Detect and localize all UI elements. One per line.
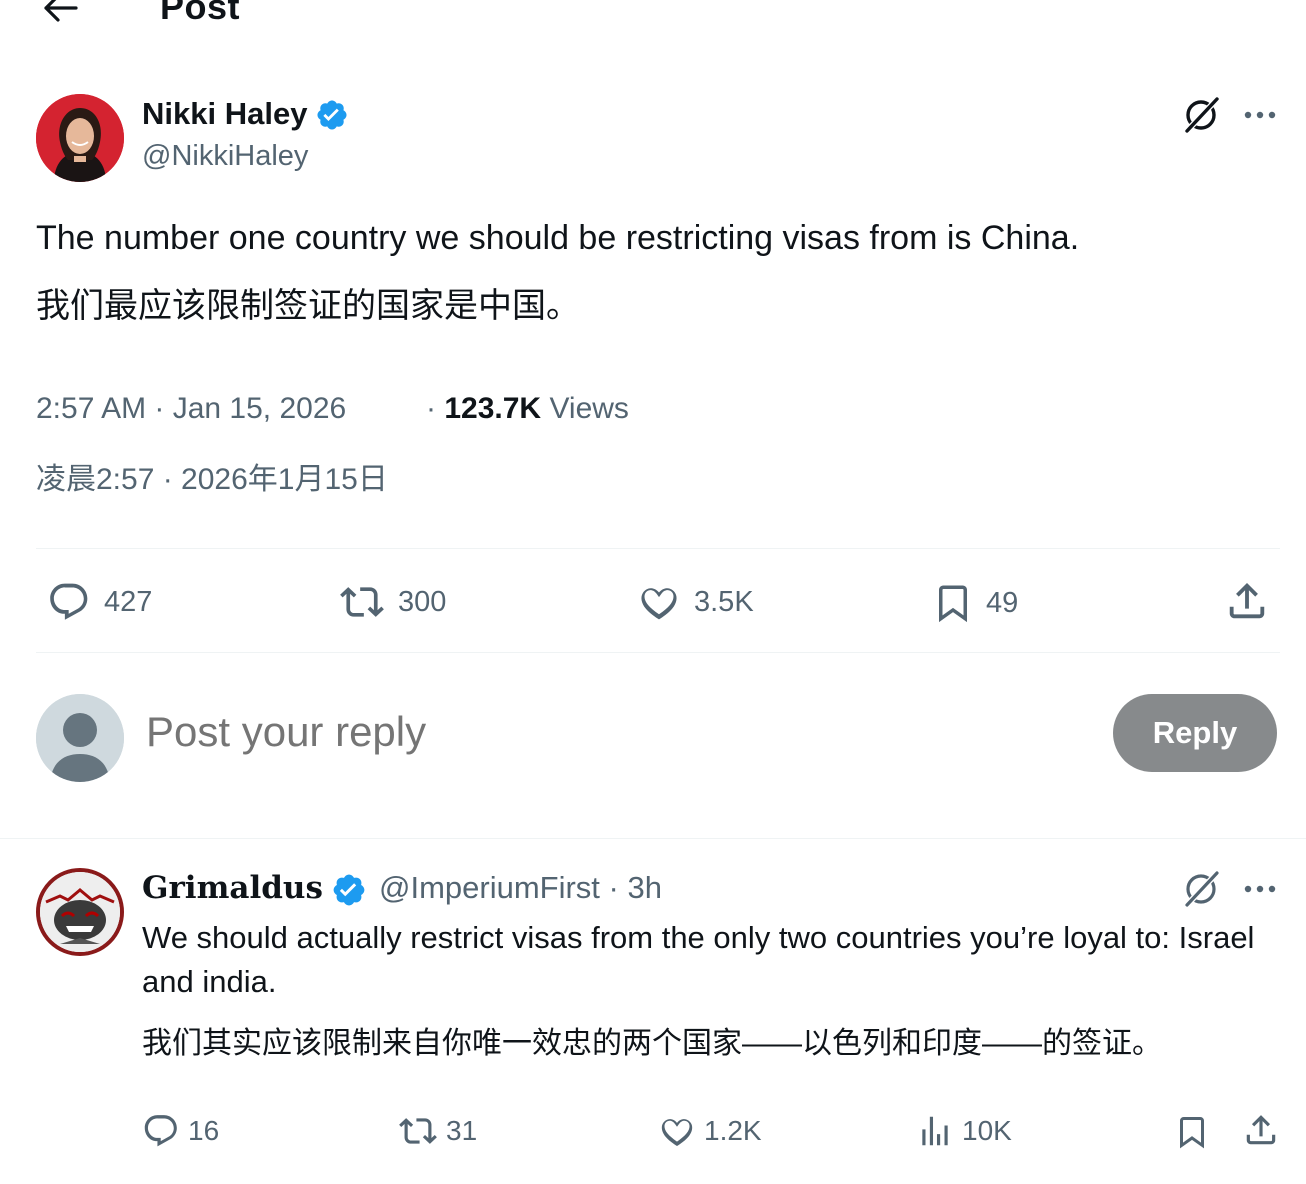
reply-count: 16 — [188, 1115, 220, 1146]
bookmark-icon — [939, 585, 967, 623]
grok-icon[interactable] — [1180, 94, 1222, 136]
views-label: Views — [549, 392, 629, 425]
more-icon[interactable] — [1240, 872, 1280, 906]
like-icon — [661, 1119, 693, 1147]
bookmark-count: 49 — [986, 586, 1019, 619]
share-button[interactable] — [1242, 1110, 1280, 1150]
avatar — [36, 694, 124, 782]
share-icon — [1229, 582, 1265, 619]
avatar[interactable] — [36, 94, 124, 182]
like-button[interactable]: 3.5K — [636, 580, 754, 624]
section-divider — [0, 838, 1306, 839]
repost-count: 31 — [446, 1115, 478, 1146]
author-name[interactable]: Nikki Haley — [142, 96, 307, 132]
post-text: The number one country we should be rest… — [36, 219, 1080, 257]
repost-count: 300 — [398, 585, 447, 618]
like-count: 1.2K — [704, 1115, 762, 1146]
share-button[interactable] — [1224, 578, 1270, 624]
bookmark-icon — [1180, 1117, 1204, 1149]
more-icon[interactable] — [1240, 98, 1280, 132]
repost-button[interactable]: 31 — [398, 1112, 477, 1150]
avatar[interactable] — [36, 868, 124, 956]
bookmark-button[interactable] — [1174, 1112, 1210, 1152]
post-views: · 123.7K Views — [426, 392, 629, 426]
reply-post[interactable]: Grimaldus @ImperiumFirst · 3h We should … — [0, 840, 1306, 1184]
views-button[interactable]: 10K — [916, 1112, 1012, 1150]
verified-badge-icon — [315, 98, 349, 132]
reply-text: We should actually restrict visas from t… — [142, 920, 1255, 999]
page-title: Post — [160, 0, 241, 27]
top-bar: Post — [0, 0, 1306, 40]
reply-author-handle[interactable]: @ImperiumFirst · 3h — [379, 870, 662, 906]
divider — [36, 548, 1280, 549]
reply-author-name[interactable]: Grimaldus — [142, 870, 323, 906]
views-icon — [922, 1116, 948, 1146]
bookmark-button[interactable]: 49 — [932, 580, 1018, 626]
post-timestamp[interactable]: 2:57 AM · Jan 15, 2026 — [36, 392, 346, 426]
views-separator: · — [426, 392, 436, 425]
views-count: 10K — [962, 1115, 1012, 1146]
post-text-translation: 我们最应该限制签证的国家是中国。 — [36, 287, 580, 325]
reply-button[interactable]: 427 — [46, 580, 152, 624]
divider — [36, 652, 1280, 653]
reply-count: 427 — [104, 585, 153, 618]
like-icon — [641, 588, 677, 620]
share-icon — [1246, 1115, 1276, 1145]
reply-icon — [144, 1115, 177, 1147]
back-arrow-icon[interactable] — [40, 0, 80, 28]
reply-icon — [50, 583, 88, 620]
grok-icon[interactable] — [1180, 868, 1222, 910]
verified-badge-icon — [331, 872, 365, 906]
like-button[interactable]: 1.2K — [658, 1112, 762, 1150]
author-handle[interactable]: @NikkiHaley — [142, 140, 308, 173]
reply-text-translation: 我们其实应该限制来自你唯一效忠的两个国家——以色列和印度——的签证。 — [142, 1027, 1162, 1060]
reply-submit-button[interactable]: Reply — [1113, 694, 1277, 772]
repost-icon — [340, 587, 384, 617]
like-count: 3.5K — [694, 585, 754, 618]
reply-composer: Reply — [0, 690, 1306, 782]
reply-button[interactable]: 16 — [142, 1112, 219, 1150]
repost-icon — [399, 1118, 437, 1144]
repost-button[interactable]: 300 — [338, 580, 446, 624]
post-timestamp-translation: 凌晨2:57 · 2026年1月15日 — [36, 463, 388, 496]
views-count: 123.7K — [444, 392, 542, 425]
reply-input[interactable] — [146, 708, 1046, 756]
